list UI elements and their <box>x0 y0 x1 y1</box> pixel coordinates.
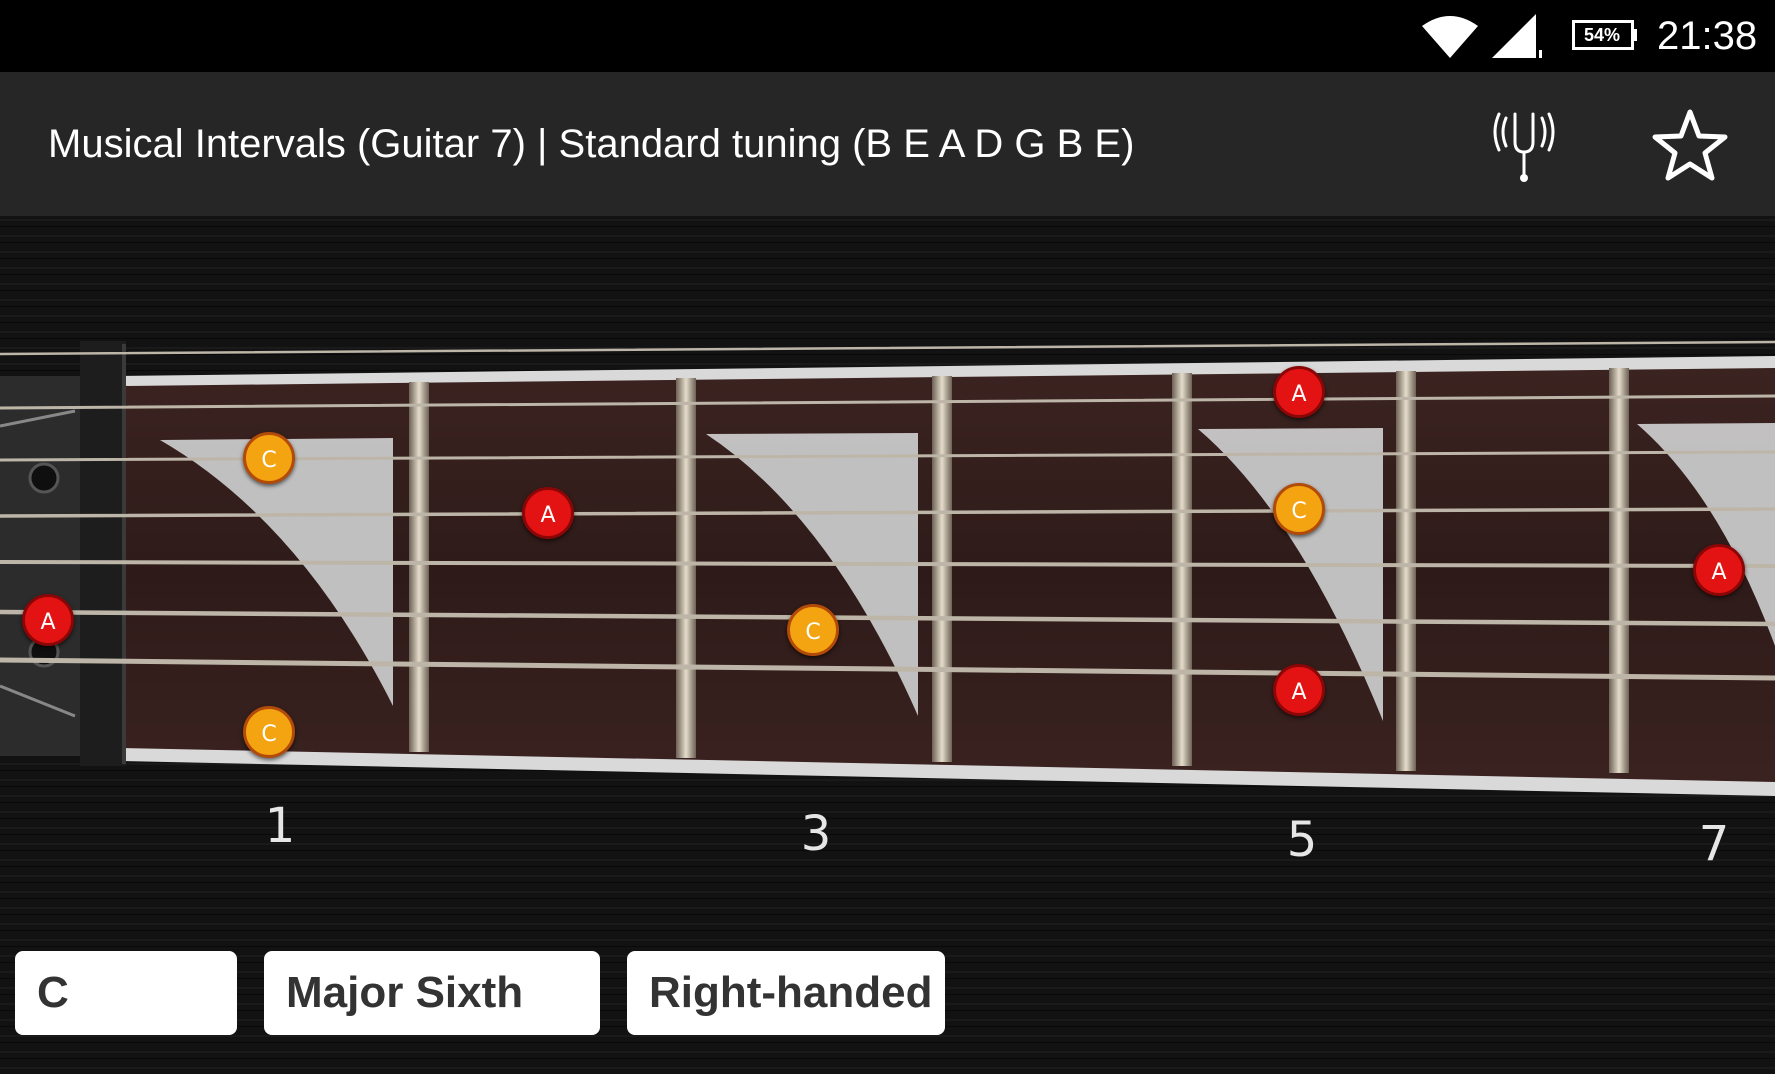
tuner-button[interactable] <box>1484 108 1564 184</box>
fret-number: 5 <box>1286 812 1318 868</box>
fretboard-view: C A A C C A C A A 1 3 5 7 <box>0 216 1775 1074</box>
note-marker[interactable]: A <box>1693 544 1745 596</box>
note-marker[interactable]: A <box>522 487 574 539</box>
note-marker[interactable]: C <box>243 432 295 484</box>
status-bar: 54% 21:38 <box>0 0 1775 72</box>
note-marker[interactable]: C <box>1273 483 1325 535</box>
fret-number: 1 <box>264 798 296 854</box>
app-bar: Musical Intervals (Guitar 7) | Standard … <box>0 72 1775 216</box>
star-icon <box>1652 109 1728 181</box>
battery-level: 54% <box>1583 25 1621 45</box>
root-note-selector[interactable]: C <box>15 951 237 1035</box>
note-marker[interactable]: A <box>1273 664 1325 716</box>
battery-icon: 54% <box>1572 20 1638 50</box>
clock: 21:38 <box>1657 14 1758 58</box>
tuning-fork-icon <box>1493 112 1555 182</box>
note-marker[interactable]: A <box>22 594 74 646</box>
note-marker[interactable]: A <box>1273 366 1325 418</box>
favorite-button[interactable] <box>1650 106 1730 186</box>
note-marker[interactable]: C <box>243 706 295 758</box>
fret-number: 7 <box>1698 816 1730 872</box>
page-title: Musical Intervals (Guitar 7) | Standard … <box>48 122 1135 166</box>
wifi-icon <box>1422 16 1478 58</box>
interval-selector[interactable]: Major Sixth <box>264 951 600 1035</box>
fret-number: 3 <box>800 806 832 862</box>
fretboard-illustration <box>0 216 1775 1074</box>
cell-signal-icon <box>1492 14 1542 58</box>
note-marker[interactable]: C <box>787 604 839 656</box>
handedness-selector[interactable]: Right-handed <box>627 951 945 1035</box>
